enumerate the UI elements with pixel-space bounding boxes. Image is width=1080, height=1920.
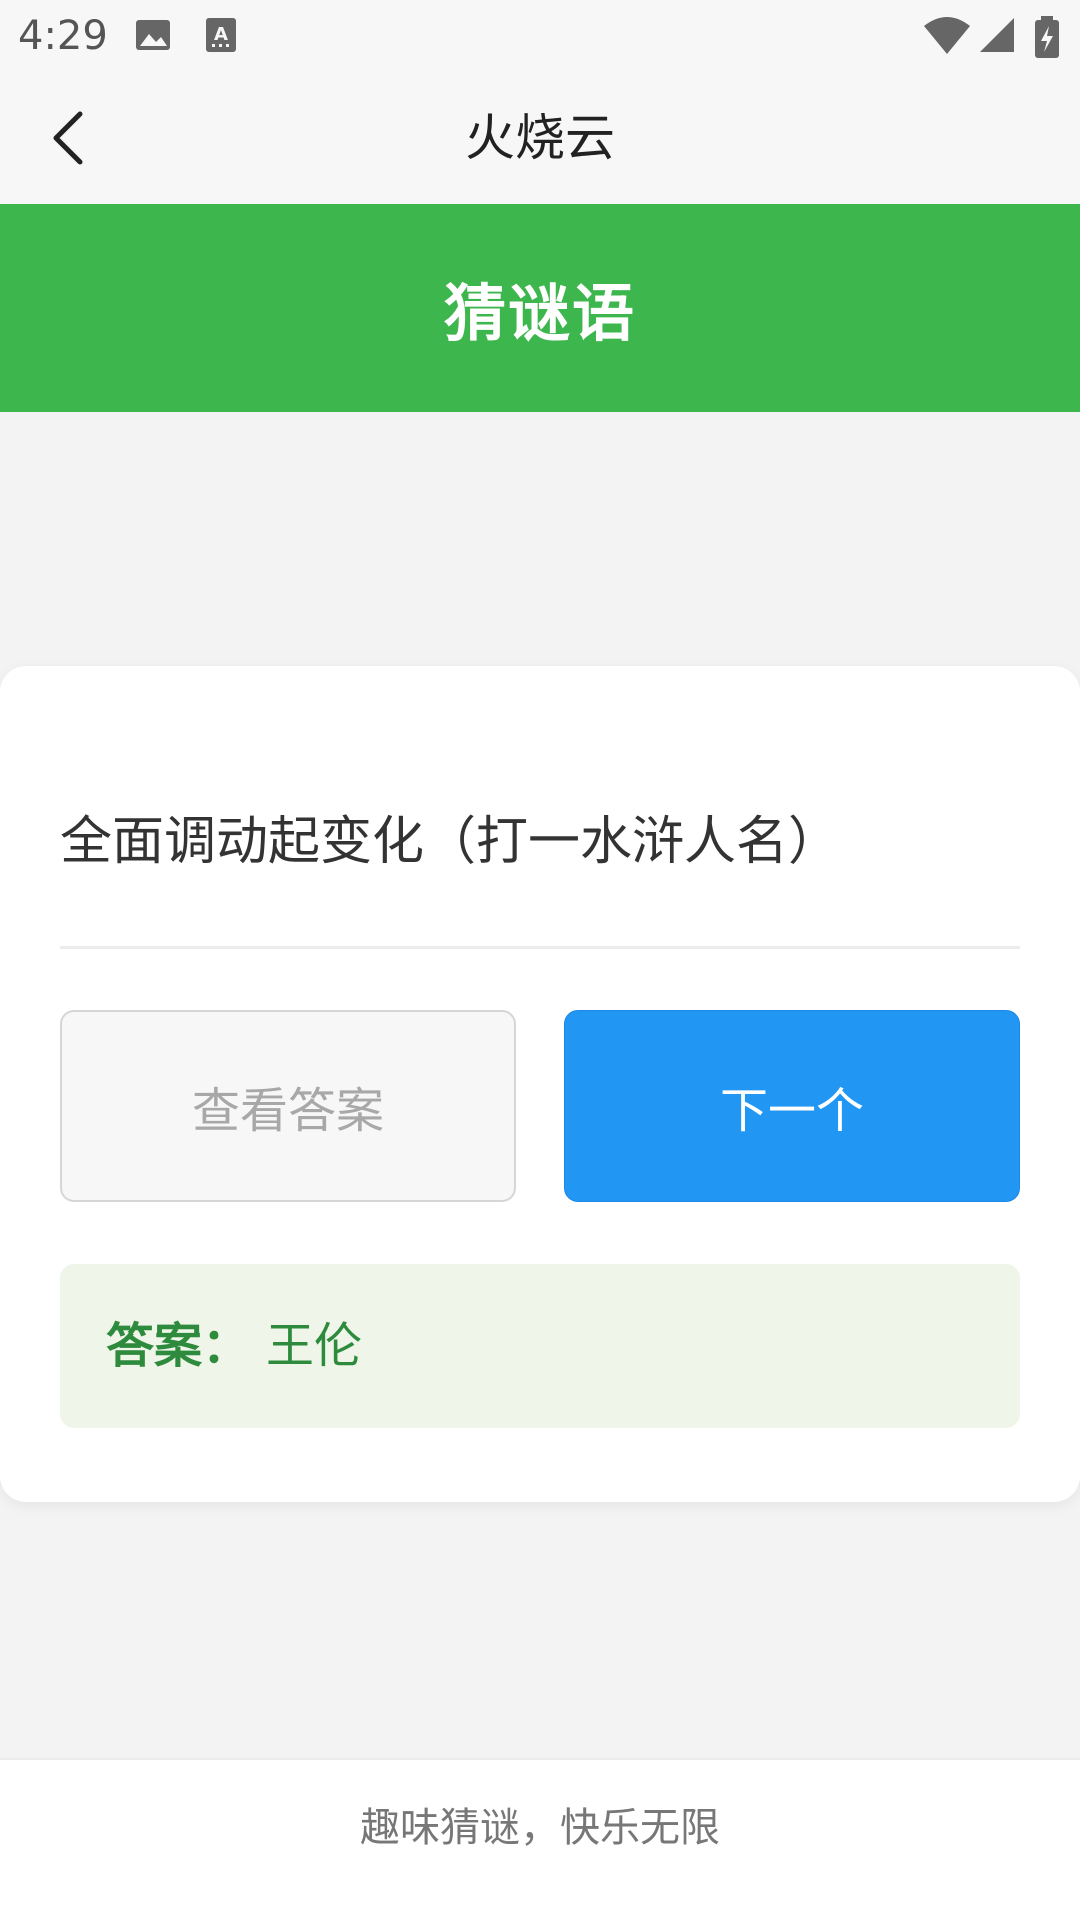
banner-title: 猜谜语	[443, 277, 636, 350]
answer-label: 答案：	[106, 1318, 251, 1374]
footer: 趣味猜谜，快乐无限	[0, 1758, 1080, 1920]
status-time: 4:29	[18, 13, 108, 59]
show-answer-button[interactable]: 查看答案	[60, 1010, 516, 1202]
app-screen: 4:29 A 火烧云 猜谜语 全面调动起变化（打一水浒人名） 查看答案 下一个 …	[0, 0, 1080, 1920]
answer-value: 王伦	[266, 1318, 363, 1374]
text-recognition-icon: A	[202, 16, 242, 56]
answer-box: 答案： 王伦	[60, 1264, 1020, 1428]
header-banner: 猜谜语	[0, 204, 1080, 412]
status-bar: 4:29 A	[0, 0, 1080, 72]
divider	[60, 946, 1020, 949]
riddle-card: 全面调动起变化（打一水浒人名） 查看答案 下一个 答案： 王伦	[0, 666, 1080, 1502]
next-button[interactable]: 下一个	[564, 1010, 1020, 1202]
app-bar: 火烧云	[0, 72, 1080, 204]
svg-text:A: A	[214, 24, 228, 45]
battery-charging-icon	[1030, 16, 1064, 58]
riddle-question: 全面调动起变化（打一水浒人名）	[60, 812, 841, 872]
wifi-icon	[922, 16, 972, 56]
app-title: 火烧云	[465, 109, 615, 167]
signal-icon	[978, 16, 1018, 56]
footer-text: 趣味猜谜，快乐无限	[360, 1805, 720, 1851]
image-icon	[134, 16, 174, 56]
